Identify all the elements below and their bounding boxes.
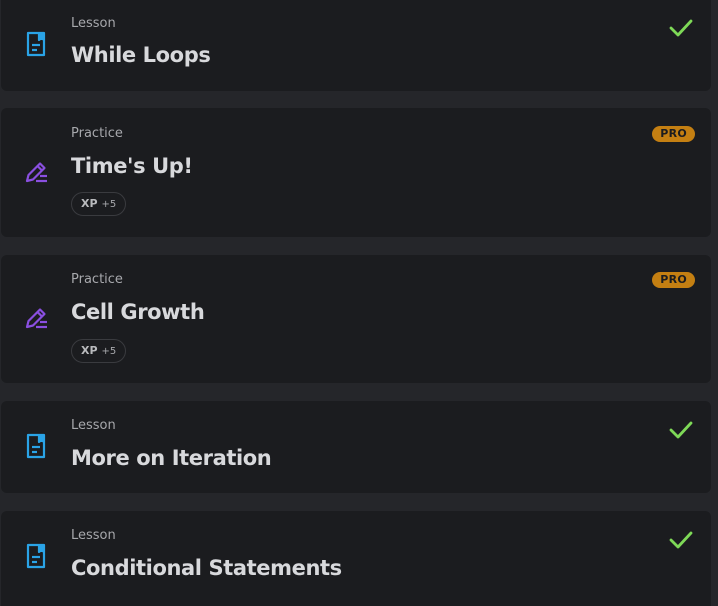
pro-badge: PRO: [652, 126, 695, 142]
item-kind-label: Lesson: [71, 16, 116, 31]
lesson-document-icon: [21, 29, 51, 59]
item-title: More on Iteration: [71, 446, 272, 470]
pencil-practice-icon: [21, 157, 51, 187]
lesson-card-conditional-statements[interactable]: Lesson Conditional Statements: [1, 511, 711, 606]
xp-label: XP: [81, 197, 98, 210]
xp-value: +5: [101, 346, 117, 357]
check-icon: [669, 419, 693, 441]
xp-label: XP: [81, 344, 98, 357]
lesson-card-while-loops[interactable]: Lesson While Loops: [1, 0, 711, 91]
pencil-practice-icon: [21, 303, 51, 333]
lesson-card-more-on-iteration[interactable]: Lesson More on Iteration: [1, 401, 711, 493]
xp-reward-chip: XP +5: [71, 192, 127, 216]
item-title: While Loops: [71, 43, 211, 67]
item-kind-label: Lesson: [71, 418, 116, 433]
item-kind-label: Practice: [71, 126, 123, 141]
lesson-document-icon: [21, 431, 51, 461]
check-icon: [669, 529, 693, 551]
practice-card-times-up[interactable]: Practice Time's Up! PRO XP +5: [1, 108, 711, 237]
lesson-document-icon: [21, 541, 51, 571]
check-icon: [669, 17, 693, 39]
item-title: Cell Growth: [71, 300, 205, 324]
item-title: Time's Up!: [71, 154, 193, 178]
item-title: Conditional Statements: [71, 556, 342, 580]
pro-badge: PRO: [652, 272, 695, 288]
lesson-list: Lesson While Loops Practice Time's Up! P…: [0, 0, 718, 606]
item-kind-label: Practice: [71, 272, 123, 287]
xp-reward-chip: XP +5: [71, 339, 127, 363]
xp-value: +5: [101, 199, 117, 210]
item-kind-label: Lesson: [71, 528, 116, 543]
practice-card-cell-growth[interactable]: Practice Cell Growth PRO XP +5: [1, 255, 711, 383]
